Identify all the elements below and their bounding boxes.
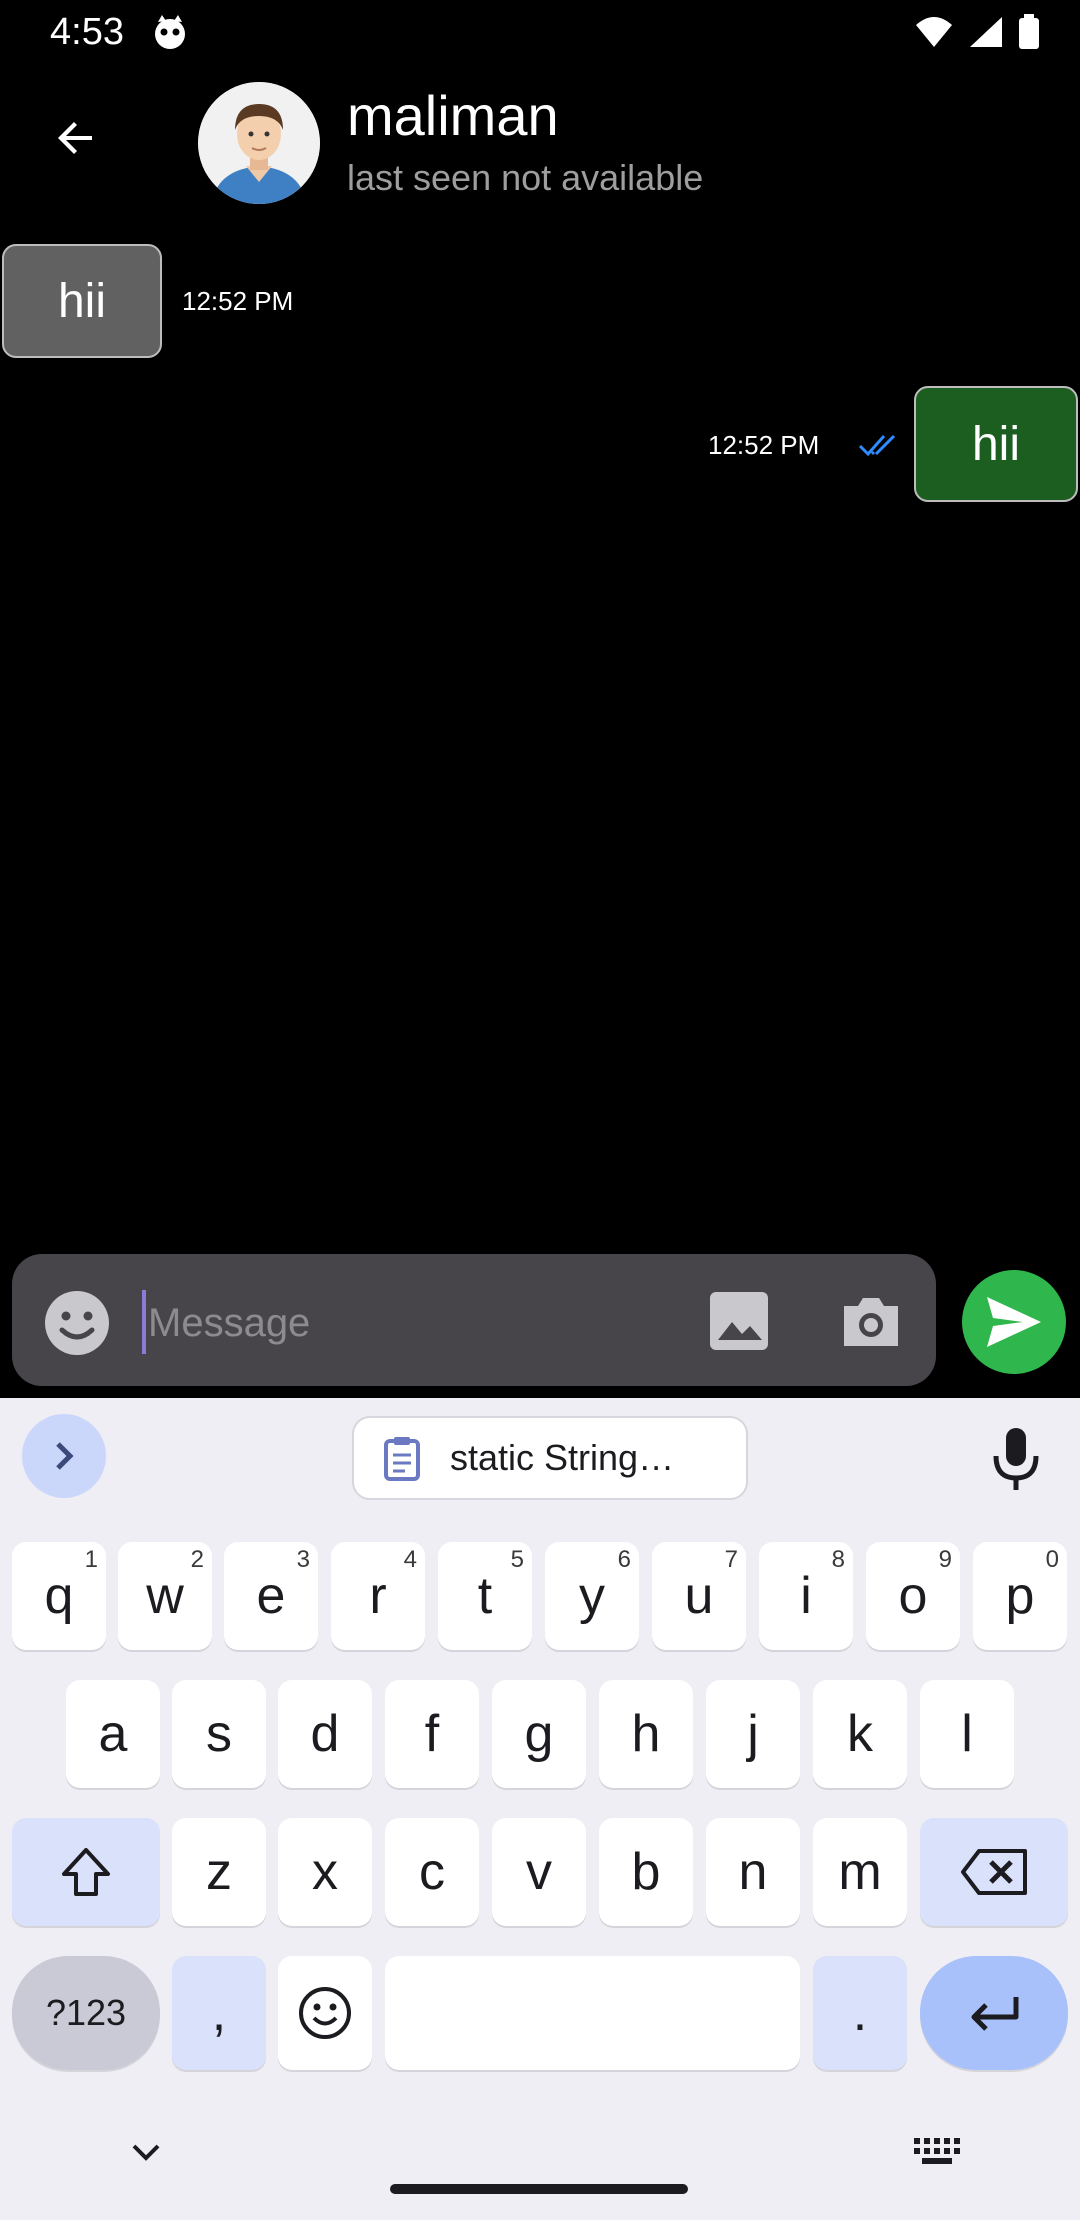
- message-input[interactable]: [146, 1290, 670, 1356]
- battery-icon: [1019, 14, 1039, 49]
- key-hint: 0: [1045, 1546, 1059, 1573]
- send-icon: [987, 1297, 1041, 1347]
- key-d[interactable]: d: [278, 1680, 372, 1788]
- key-n[interactable]: n: [706, 1818, 800, 1926]
- keyboard-icon: [914, 2138, 960, 2164]
- chevron-right-icon: [56, 1442, 74, 1470]
- key-b[interactable]: b: [599, 1818, 693, 1926]
- symbols-key[interactable]: ?123: [12, 1956, 160, 2070]
- key-hint: 6: [617, 1546, 631, 1573]
- key-s[interactable]: s: [172, 1680, 266, 1788]
- shift-key[interactable]: [12, 1818, 160, 1926]
- key-g[interactable]: g: [492, 1680, 586, 1788]
- image-icon: [710, 1292, 768, 1350]
- enter-icon: [971, 1997, 1019, 2031]
- key-hint: 3: [296, 1546, 310, 1573]
- contact-last-seen: last seen not available: [347, 157, 704, 198]
- double-check-icon: [858, 430, 900, 460]
- clipboard-suggestion-text: static String…: [450, 1437, 675, 1478]
- signal-icon: [970, 17, 1002, 47]
- key-label: t: [477, 1567, 493, 1625]
- camera-icon: [844, 1298, 898, 1346]
- key-x[interactable]: x: [278, 1818, 372, 1926]
- key-hint: 4: [403, 1546, 417, 1573]
- avatar[interactable]: [198, 82, 320, 204]
- clipboard-icon: [384, 1437, 420, 1481]
- incoming-message-bubble[interactable]: hii: [2, 244, 162, 358]
- key-label: i: [800, 1567, 812, 1625]
- switch-keyboard-button[interactable]: [912, 2134, 962, 2168]
- backspace-key[interactable]: [920, 1818, 1068, 1926]
- key-t[interactable]: t5: [438, 1542, 532, 1650]
- key-r[interactable]: r4: [331, 1542, 425, 1650]
- key-label: u: [684, 1567, 714, 1625]
- key-i[interactable]: i8: [759, 1542, 853, 1650]
- on-screen-keyboard: [0, 1398, 1080, 2220]
- period-key[interactable]: .: [813, 1956, 907, 2070]
- key-hint: 2: [190, 1546, 204, 1573]
- key-label: o: [898, 1567, 928, 1625]
- key-j[interactable]: j: [706, 1680, 800, 1788]
- home-indicator[interactable]: [390, 2184, 688, 2194]
- key-z[interactable]: z: [172, 1818, 266, 1926]
- outgoing-message-bubble[interactable]: hii: [914, 386, 1078, 502]
- status-time: 4:53: [50, 11, 124, 53]
- key-q[interactable]: q1: [12, 1542, 106, 1650]
- key-hint: 9: [938, 1546, 952, 1573]
- key-l[interactable]: l: [920, 1680, 1014, 1788]
- key-c[interactable]: c: [385, 1818, 479, 1926]
- key-a[interactable]: a: [66, 1680, 160, 1788]
- emoji-key[interactable]: [278, 1956, 372, 2070]
- emoji-button[interactable]: [40, 1286, 114, 1360]
- key-p[interactable]: p0: [973, 1542, 1067, 1650]
- key-k[interactable]: k: [813, 1680, 907, 1788]
- shift-icon: [62, 1848, 110, 1896]
- send-button[interactable]: [962, 1270, 1066, 1374]
- space-key[interactable]: [385, 1956, 800, 2070]
- gallery-button[interactable]: [704, 1286, 774, 1356]
- key-v[interactable]: v: [492, 1818, 586, 1926]
- status-icons: [914, 12, 1040, 52]
- back-button[interactable]: [40, 102, 112, 174]
- voice-input-button[interactable]: [986, 1424, 1046, 1494]
- key-label: e: [256, 1567, 286, 1625]
- key-y[interactable]: y6: [545, 1542, 639, 1650]
- emoji-icon: [45, 1291, 109, 1355]
- key-hint: 8: [831, 1546, 845, 1573]
- contact-name[interactable]: maliman: [347, 84, 559, 148]
- backspace-icon: [961, 1849, 1027, 1895]
- key-label: p: [1005, 1567, 1035, 1625]
- camera-button[interactable]: [836, 1286, 906, 1356]
- key-h[interactable]: h: [599, 1680, 693, 1788]
- key-label: r: [369, 1567, 387, 1625]
- enter-key[interactable]: [920, 1956, 1068, 2070]
- key-label: q: [44, 1567, 74, 1625]
- chevron-down-icon: [132, 2144, 160, 2161]
- comma-key[interactable]: ,: [172, 1956, 266, 2070]
- incoming-message-time: 12:52 PM: [182, 286, 294, 316]
- key-hint: 5: [510, 1546, 524, 1573]
- key-label: y: [579, 1567, 605, 1625]
- app-notification-icon: [150, 12, 190, 52]
- key-hint: 1: [84, 1546, 98, 1573]
- hide-keyboard-button[interactable]: [128, 2134, 164, 2170]
- key-e[interactable]: e3: [224, 1542, 318, 1650]
- key-m[interactable]: m: [813, 1818, 907, 1926]
- key-w[interactable]: w2: [118, 1542, 212, 1650]
- key-hint: 7: [724, 1546, 738, 1573]
- key-label: w: [146, 1567, 184, 1625]
- emoji-icon: [299, 1987, 351, 2039]
- keyboard-toolbar-toggle[interactable]: [22, 1414, 106, 1498]
- key-u[interactable]: u7: [652, 1542, 746, 1650]
- outgoing-message-time: 12:52 PM: [708, 430, 820, 460]
- back-arrow-icon: [58, 122, 92, 154]
- clipboard-suggestion-chip[interactable]: static String…: [352, 1416, 748, 1500]
- key-o[interactable]: o9: [866, 1542, 960, 1650]
- key-f[interactable]: f: [385, 1680, 479, 1788]
- wifi-icon: [916, 17, 952, 47]
- microphone-icon: [993, 1428, 1039, 1490]
